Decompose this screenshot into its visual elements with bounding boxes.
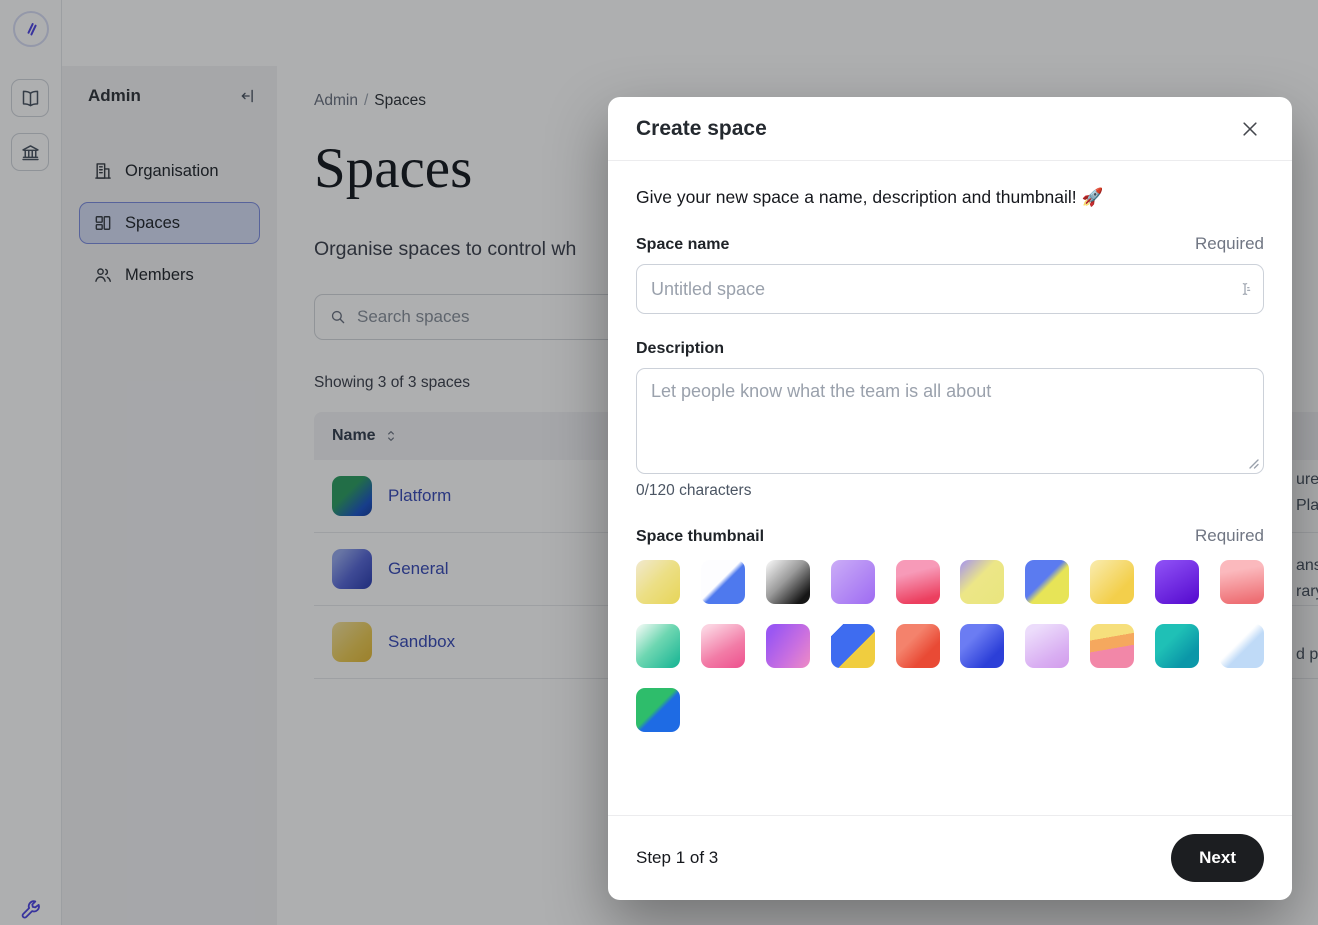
thumbnail-option-15[interactable] — [896, 624, 940, 668]
thumbnail-option-10[interactable] — [1220, 560, 1264, 604]
thumbnail-label: Space thumbnail — [636, 528, 764, 546]
modal-body: Give your new space a name, description … — [608, 161, 1292, 815]
space-name-input[interactable] — [636, 264, 1264, 314]
thumbnail-option-3[interactable] — [766, 560, 810, 604]
space-name-field-header: Space name Required — [636, 234, 1264, 254]
thumbnail-option-16[interactable] — [960, 624, 1004, 668]
create-space-modal: Create space Give your new space a name,… — [608, 97, 1292, 900]
next-button[interactable]: Next — [1171, 834, 1264, 882]
thumbnail-field-header: Space thumbnail Required — [636, 526, 1264, 546]
modal-footer: Step 1 of 3 Next — [608, 815, 1292, 900]
thumbnail-option-7[interactable] — [1025, 560, 1069, 604]
thumbnail-option-1[interactable] — [636, 560, 680, 604]
required-badge: Required — [1195, 234, 1264, 254]
thumbnail-option-8[interactable] — [1090, 560, 1134, 604]
thumbnail-option-13[interactable] — [766, 624, 810, 668]
thumbnail-option-11[interactable] — [636, 624, 680, 668]
thumbnail-grid — [636, 560, 1264, 732]
step-indicator: Step 1 of 3 — [636, 848, 718, 868]
character-counter: 0/120 characters — [636, 482, 1264, 500]
thumbnail-option-14[interactable] — [831, 624, 875, 668]
thumbnail-option-9[interactable] — [1155, 560, 1199, 604]
space-name-label: Space name — [636, 236, 729, 254]
description-textarea-wrap — [636, 368, 1264, 474]
description-label: Description — [636, 340, 724, 358]
thumbnail-option-5[interactable] — [896, 560, 940, 604]
close-modal-button[interactable] — [1232, 111, 1268, 147]
thumbnail-option-2[interactable] — [701, 560, 745, 604]
thumbnail-option-17[interactable] — [1025, 624, 1069, 668]
thumbnail-option-20[interactable] — [1220, 624, 1264, 668]
thumbnail-option-6[interactable] — [960, 560, 1004, 604]
required-badge: Required — [1195, 526, 1264, 546]
modal-intro-text: Give your new space a name, description … — [636, 187, 1264, 208]
space-name-input-wrap — [636, 264, 1264, 314]
modal-title: Create space — [636, 117, 767, 141]
thumbnail-option-4[interactable] — [831, 560, 875, 604]
close-icon — [1240, 119, 1260, 139]
description-field-header: Description — [636, 340, 1264, 358]
app-root: Admin Organisation — [0, 0, 1318, 925]
thumbnail-option-21[interactable] — [636, 688, 680, 732]
resize-handle-icon[interactable] — [1249, 459, 1259, 469]
thumbnail-option-18[interactable] — [1090, 624, 1134, 668]
thumbnail-option-19[interactable] — [1155, 624, 1199, 668]
text-cursor-icon — [1237, 281, 1253, 297]
thumbnail-option-12[interactable] — [701, 624, 745, 668]
description-textarea[interactable] — [636, 368, 1264, 474]
modal-header: Create space — [608, 97, 1292, 161]
